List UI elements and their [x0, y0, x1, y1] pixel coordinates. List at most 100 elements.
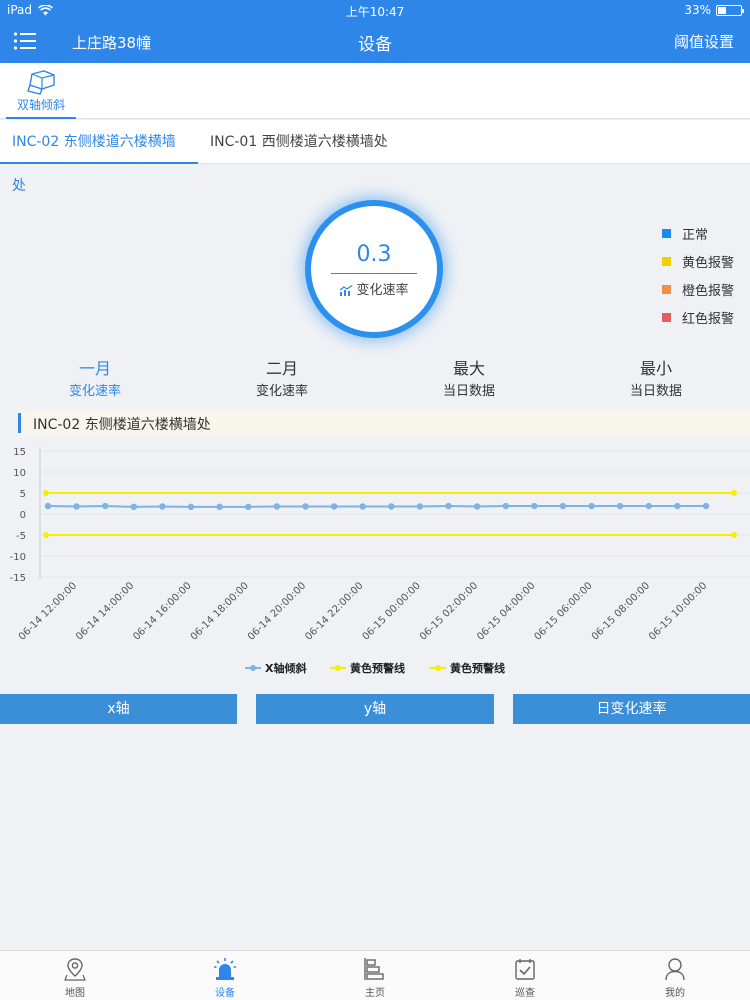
legend-red-alarm: 红色报警	[662, 303, 734, 331]
stat-sub: 当日数据	[629, 384, 682, 399]
x-tilt-point	[388, 503, 395, 510]
stat-sub: 当日数据	[442, 384, 495, 399]
y-axis-button[interactable]: y轴	[256, 694, 494, 724]
x-tilt-point	[359, 503, 366, 510]
x-tilt-point	[445, 502, 452, 510]
stat-month1-rate[interactable]: 一月 变化速率	[25, 355, 165, 399]
x-tilt-point	[273, 503, 281, 510]
stat-sub: 变化速率	[255, 384, 308, 399]
x-tilt-point	[588, 502, 595, 510]
x-axis-button[interactable]: x轴	[0, 694, 237, 724]
tab-label: 主页	[365, 988, 385, 999]
nav-bar: 上庄路38幢 设备 阈值设置	[0, 20, 750, 63]
legend-label: X轴倾斜	[265, 661, 306, 675]
warning-line-endpoint	[731, 490, 737, 496]
x-tick-label: 06-15 02:00:00	[418, 580, 480, 642]
x-tick-label: 06-15 10:00:00	[647, 580, 709, 642]
y-tick-label: -15	[10, 573, 26, 584]
device-type-tab-dual-axis-tilt[interactable]: 双轴倾斜	[6, 67, 76, 119]
x-tilt-point	[102, 502, 109, 510]
x-tick-label: 06-14 22:00:00	[303, 580, 365, 642]
x-tick-label: 06-14 12:00:00	[17, 580, 79, 642]
gauge-caption: 变化速率	[311, 279, 437, 298]
y-tick-label: 5	[20, 489, 26, 500]
home-chart-icon	[364, 958, 384, 980]
tilt-line-chart: 15 10 5 0 -5 -10 -1506-14 12:00:0006-14 14:00:…	[10, 447, 750, 675]
legend-label: 黄色报警	[682, 255, 735, 271]
alarm-light-icon	[214, 958, 236, 980]
y-tick-label: 0	[20, 510, 26, 521]
legend-label: 黄色预警线	[350, 661, 405, 675]
x-tilt-point	[559, 502, 567, 510]
stat-sub: 变化速率	[68, 384, 121, 399]
x-tilt-point	[130, 503, 138, 511]
tab-inc-01[interactable]: INC-01 西侧楼道六楼横墙处	[198, 120, 400, 164]
battery-icon	[716, 4, 744, 16]
warning-line-endpoint	[731, 532, 737, 538]
x-tilt-point	[330, 503, 338, 510]
legend-marker	[250, 665, 256, 671]
legend-swatch	[662, 312, 671, 322]
legend-normal: 正常	[662, 219, 734, 247]
y-tick-label: 10	[13, 468, 26, 479]
x-tick-label: 06-14 14:00:00	[74, 580, 136, 642]
gauge-divider	[331, 273, 417, 274]
legend-label: 黄色预警线	[450, 661, 505, 675]
map-pin-icon	[64, 958, 86, 981]
x-tilt-point	[616, 502, 624, 510]
stat-min-daily[interactable]: 最小 当日数据	[586, 355, 726, 399]
x-tilt-point	[159, 503, 166, 510]
battery-percent: 33%	[684, 3, 711, 17]
bottom-tab-bar: 地图 设备 主页 巡查 我的	[0, 950, 750, 1000]
tab-home[interactable]: 主页	[335, 957, 415, 999]
legend-yellow-alarm: 黄色报警	[662, 247, 734, 275]
warning-line-endpoint	[43, 532, 49, 538]
x-tick-label: 06-15 06:00:00	[532, 580, 594, 642]
daily-rate-button[interactable]: 日变化速率	[513, 694, 750, 724]
legend-label: 正常	[682, 227, 709, 243]
legend-label: 橙色报警	[682, 283, 735, 299]
status-legend: 正常 黄色报警 橙色报警 红色报警	[662, 219, 734, 331]
chart-header-accent	[18, 413, 21, 433]
tab-label: 设备	[215, 988, 235, 999]
trend-chart-icon	[340, 284, 353, 296]
tab-map[interactable]: 地图	[35, 957, 115, 999]
chart-header: INC-02 东侧楼道六楼横墙处	[18, 410, 750, 436]
chart-title: INC-02 东侧楼道六楼横墙处	[33, 417, 211, 433]
y-tick-label: -10	[10, 552, 26, 563]
legend-swatch	[662, 284, 671, 294]
tab-profile[interactable]: 我的	[635, 957, 715, 999]
stat-month2-rate[interactable]: 二月 变化速率	[212, 355, 352, 399]
x-tick-label: 06-15 04:00:00	[475, 580, 537, 642]
legend-marker	[335, 665, 341, 671]
x-tilt-point	[245, 503, 252, 511]
tab-devices[interactable]: 设备	[185, 957, 265, 999]
threshold-settings-button[interactable]: 阈值设置	[674, 31, 734, 52]
x-tilt-point	[416, 503, 424, 510]
gauge-value: 0.3	[356, 242, 392, 267]
legend-swatch	[662, 256, 671, 266]
x-tilt-point	[502, 502, 509, 510]
gauge-label: 变化速率	[356, 283, 409, 298]
tab-patrol[interactable]: 巡查	[485, 957, 565, 999]
x-tick-label: 06-15 00:00:00	[361, 580, 423, 642]
x-tilt-point	[674, 502, 681, 510]
y-tick-label: 15	[13, 447, 26, 458]
rate-gauge: 0.3 变化速率	[305, 200, 443, 338]
x-tilt-point	[73, 503, 80, 510]
tab-label: 我的	[665, 988, 685, 999]
stat-main: 二月	[265, 359, 298, 378]
user-icon	[665, 958, 685, 981]
tab-inc-02[interactable]: INC-02 东侧楼道六楼横墙处	[0, 120, 198, 194]
x-tilt-point	[702, 502, 710, 510]
stat-max-daily[interactable]: 最大 当日数据	[399, 355, 539, 399]
x-tick-label: 06-14 16:00:00	[131, 580, 193, 642]
tilt-sensor-icon	[27, 70, 55, 95]
x-tilt-point	[473, 503, 481, 510]
x-tilt-point	[302, 503, 309, 510]
tab-label: 巡查	[515, 988, 535, 999]
x-tilt-point	[531, 502, 538, 510]
x-tilt-point	[44, 502, 52, 510]
legend-orange-alarm: 橙色报警	[662, 275, 734, 303]
x-tilt-point	[645, 502, 652, 510]
